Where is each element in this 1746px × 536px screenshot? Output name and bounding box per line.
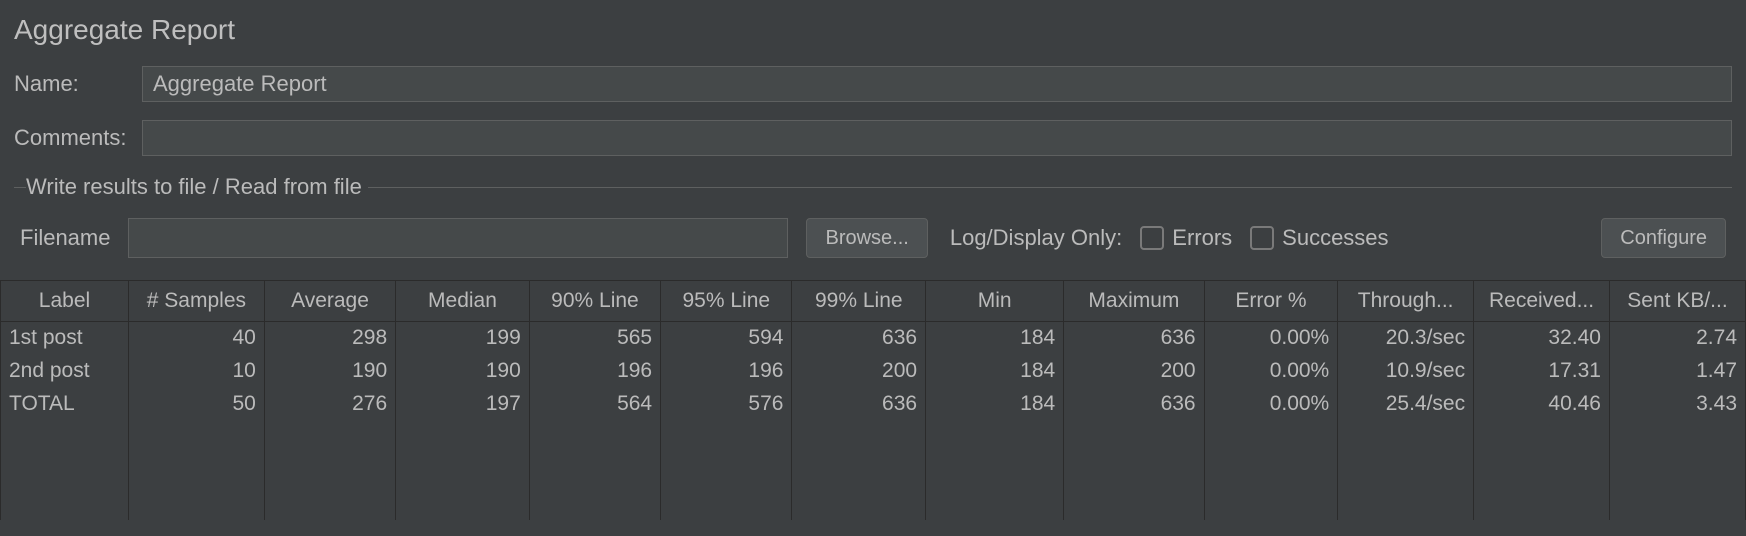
comments-row: Comments: xyxy=(14,120,1732,156)
col-header-sent[interactable]: Sent KB/... xyxy=(1609,281,1745,322)
successes-checkbox-label: Successes xyxy=(1282,225,1388,251)
cell-sent: 1.47 xyxy=(1609,355,1745,388)
table-row-empty xyxy=(1,454,1746,487)
errors-checkbox-wrap[interactable]: Errors xyxy=(1140,225,1232,251)
col-header-p90[interactable]: 90% Line xyxy=(529,281,660,322)
errors-checkbox-label: Errors xyxy=(1172,225,1232,251)
col-header-min[interactable]: Min xyxy=(926,281,1064,322)
cell-samples: 40 xyxy=(128,322,264,355)
col-header-received[interactable]: Received... xyxy=(1474,281,1610,322)
cell-p90: 564 xyxy=(529,388,660,421)
aggregate-table: Label # Samples Average Median 90% Line … xyxy=(0,280,1746,520)
col-header-p99[interactable]: 99% Line xyxy=(792,281,926,322)
successes-checkbox-wrap[interactable]: Successes xyxy=(1250,225,1388,251)
table-head: Label # Samples Average Median 90% Line … xyxy=(1,281,1746,322)
configure-button[interactable]: Configure xyxy=(1601,218,1726,258)
col-header-label[interactable]: Label xyxy=(1,281,129,322)
cell-label: TOTAL xyxy=(1,388,129,421)
name-row: Name: xyxy=(14,66,1732,102)
table-row-empty xyxy=(1,421,1746,454)
filename-input[interactable] xyxy=(128,218,788,258)
name-label: Name: xyxy=(14,71,142,97)
cell-samples: 10 xyxy=(128,355,264,388)
col-header-median[interactable]: Median xyxy=(396,281,530,322)
file-group-legend: Write results to file / Read from file xyxy=(26,174,368,200)
cell-sent: 2.74 xyxy=(1609,322,1745,355)
cell-average: 190 xyxy=(264,355,395,388)
col-header-throughput[interactable]: Through... xyxy=(1338,281,1474,322)
table-row[interactable]: TOTAL 50 276 197 564 576 636 184 636 0.0… xyxy=(1,388,1746,421)
cell-median: 197 xyxy=(396,388,530,421)
table-row[interactable]: 1st post 40 298 199 565 594 636 184 636 … xyxy=(1,322,1746,355)
file-group: Write results to file / Read from file F… xyxy=(14,174,1732,268)
col-header-error[interactable]: Error % xyxy=(1204,281,1338,322)
comments-label: Comments: xyxy=(14,125,142,151)
cell-p90: 196 xyxy=(529,355,660,388)
cell-p90: 565 xyxy=(529,322,660,355)
cell-received: 32.40 xyxy=(1474,322,1610,355)
table-body: 1st post 40 298 199 565 594 636 184 636 … xyxy=(1,322,1746,520)
cell-median: 199 xyxy=(396,322,530,355)
col-header-samples[interactable]: # Samples xyxy=(128,281,264,322)
cell-p95: 196 xyxy=(661,355,792,388)
cell-average: 276 xyxy=(264,388,395,421)
cell-error: 0.00% xyxy=(1204,388,1338,421)
cell-average: 298 xyxy=(264,322,395,355)
cell-max: 636 xyxy=(1064,388,1204,421)
cell-received: 17.31 xyxy=(1474,355,1610,388)
cell-error: 0.00% xyxy=(1204,355,1338,388)
cell-max: 636 xyxy=(1064,322,1204,355)
logdisplay-label: Log/Display Only: xyxy=(950,225,1122,251)
cell-sent: 3.43 xyxy=(1609,388,1745,421)
cell-p99: 200 xyxy=(792,355,926,388)
col-header-max[interactable]: Maximum xyxy=(1064,281,1204,322)
col-header-p95[interactable]: 95% Line xyxy=(661,281,792,322)
filename-label: Filename xyxy=(20,225,110,251)
cell-received: 40.46 xyxy=(1474,388,1610,421)
cell-median: 190 xyxy=(396,355,530,388)
cell-min: 184 xyxy=(926,388,1064,421)
table-row-empty xyxy=(1,487,1746,520)
table-row[interactable]: 2nd post 10 190 190 196 196 200 184 200 … xyxy=(1,355,1746,388)
cell-p99: 636 xyxy=(792,322,926,355)
cell-throughput: 10.9/sec xyxy=(1338,355,1474,388)
cell-throughput: 20.3/sec xyxy=(1338,322,1474,355)
successes-checkbox[interactable] xyxy=(1250,226,1274,250)
cell-samples: 50 xyxy=(128,388,264,421)
browse-button[interactable]: Browse... xyxy=(806,218,927,258)
errors-checkbox[interactable] xyxy=(1140,226,1164,250)
panel-title: Aggregate Report xyxy=(14,14,1732,46)
cell-p95: 576 xyxy=(661,388,792,421)
name-input[interactable] xyxy=(142,66,1732,102)
cell-error: 0.00% xyxy=(1204,322,1338,355)
cell-label: 1st post xyxy=(1,322,129,355)
cell-max: 200 xyxy=(1064,355,1204,388)
cell-throughput: 25.4/sec xyxy=(1338,388,1474,421)
comments-input[interactable] xyxy=(142,120,1732,156)
col-header-average[interactable]: Average xyxy=(264,281,395,322)
cell-p99: 636 xyxy=(792,388,926,421)
cell-min: 184 xyxy=(926,355,1064,388)
cell-label: 2nd post xyxy=(1,355,129,388)
cell-p95: 594 xyxy=(661,322,792,355)
cell-min: 184 xyxy=(926,322,1064,355)
